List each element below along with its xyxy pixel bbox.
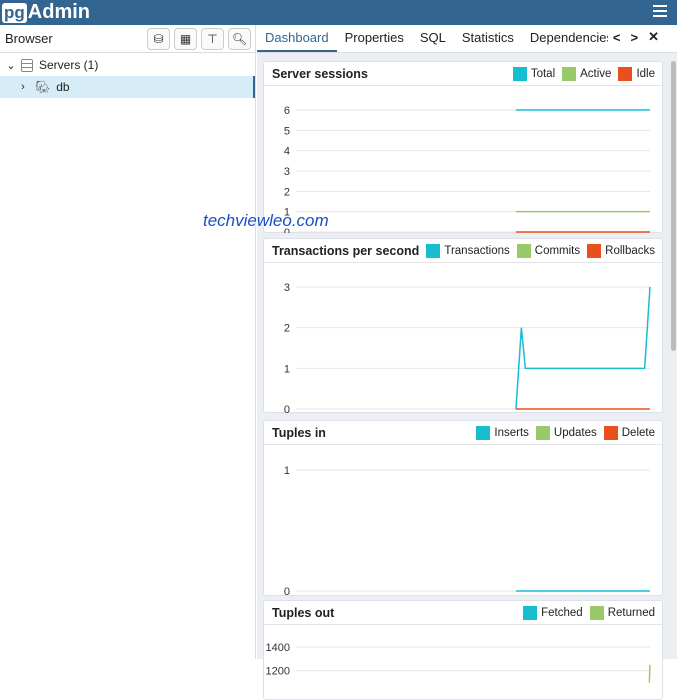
legend-item[interactable]: Updates — [535, 425, 597, 440]
legend-swatch — [523, 605, 538, 620]
table-icon: ▦ — [179, 31, 192, 46]
legend-swatch — [512, 66, 527, 81]
legend-label: Commits — [534, 244, 581, 257]
y-tick-label: 1 — [284, 465, 290, 477]
scrollbar[interactable] — [670, 53, 677, 659]
legend-swatch — [562, 66, 577, 81]
tab-dependencies[interactable]: Dependencies — [522, 30, 608, 52]
legend-swatch — [516, 243, 531, 258]
legend-swatch — [476, 425, 491, 440]
search-icon: 🔍︎ — [231, 31, 248, 46]
legend-label: Inserts — [494, 426, 529, 439]
legend-item[interactable]: Commits — [516, 243, 581, 258]
chart-panel: Tuples in Inserts Updates Delete 0 1 — [263, 420, 663, 596]
y-tick-label: 5 — [284, 125, 290, 137]
y-tick-label: 3 — [284, 166, 290, 178]
legend-swatch — [603, 425, 618, 440]
legend-label: Transactions — [444, 244, 510, 257]
servers-icon — [21, 58, 33, 72]
database-icon: ⛁ — [153, 31, 164, 46]
legend-item[interactable]: Returned — [589, 605, 655, 620]
watermark: techviewleo.com — [203, 211, 329, 230]
y-tick-label: 0 — [284, 404, 290, 413]
legend-label: Returned — [607, 606, 655, 619]
y-tick-label: 2 — [284, 186, 290, 198]
legend-label: Active — [580, 67, 612, 80]
series-line-returned — [648, 664, 651, 683]
legend-item[interactable]: Inserts — [476, 425, 529, 440]
legend-item[interactable]: Rollbacks — [587, 243, 655, 258]
query-tool-button[interactable]: ⛁ — [147, 27, 170, 50]
legend-label: Updates — [553, 426, 597, 439]
legend-label: Rollbacks — [605, 244, 655, 257]
legend-item[interactable]: Idle — [618, 66, 655, 81]
legend-swatch — [618, 66, 633, 81]
tree-item-servers[interactable]: ⌄ Servers (1) — [0, 54, 255, 76]
pgadmin-logo: pg Admin — [2, 1, 90, 24]
chevron-down-icon[interactable]: ⌄ — [3, 59, 19, 72]
tab-statistics[interactable]: Statistics — [454, 30, 522, 52]
tree-label: db — [56, 80, 70, 94]
legend-item[interactable]: Transactions — [426, 243, 510, 258]
chart-plot: 01 — [284, 465, 650, 596]
y-tick-label: 2 — [284, 323, 290, 335]
chart-panel: Server sessions Total Active Idle 0 1 2 3 4 5 6 — [263, 61, 663, 233]
y-tick-label: 1200 — [266, 666, 290, 678]
chart-panel: Tuples out Fetched Returned 1200 1400 — [263, 600, 663, 700]
tab-scroll-left-icon[interactable]: < — [608, 30, 626, 52]
legend-swatch — [589, 605, 604, 620]
legend-swatch — [426, 243, 441, 258]
tree-item-db[interactable]: › 🐘︎ db — [0, 76, 255, 98]
close-tab-icon[interactable]: ✕ — [643, 29, 664, 52]
y-tick-label: 1 — [284, 363, 290, 375]
y-tick-label: 0 — [284, 586, 290, 596]
browser-title: Browser — [5, 31, 53, 46]
y-tick-label: 6 — [284, 105, 290, 117]
legend-item[interactable]: Delete — [603, 425, 655, 440]
postgres-elephant-icon: 🐘︎ — [35, 80, 51, 94]
chart-plot: 0 1 2 3 — [284, 282, 651, 413]
logo-admin: Admin — [27, 1, 90, 23]
search-objects-button[interactable]: 🔍︎ — [228, 27, 251, 50]
y-tick-label: 4 — [284, 146, 290, 158]
legend-item[interactable]: Total — [512, 66, 556, 81]
legend-item[interactable]: Fetched — [523, 605, 583, 620]
legend-label: Idle — [636, 67, 655, 80]
tree-label: Servers (1) — [39, 58, 99, 72]
filter-table-icon: ⊤ — [207, 31, 218, 46]
browser-panel: Browser ⛁ ▦ ⊤ 🔍︎ ⌄ Servers (1) › 🐘︎ db — [0, 25, 256, 659]
legend-item[interactable]: Active — [562, 66, 612, 81]
chart-panel: Transactions per second Transactions Commi… — [263, 238, 663, 413]
series-line-transactions — [515, 286, 651, 410]
chart-plot: 1200 1400 — [266, 642, 651, 683]
view-data-button[interactable]: ▦ — [174, 27, 197, 50]
hamburger-menu-icon[interactable] — [653, 5, 667, 17]
tab-bar: Dashboard Properties SQL Statistics Depe… — [257, 25, 677, 53]
chart-title: Tuples out — [272, 605, 335, 620]
legend-label: Total — [530, 67, 556, 80]
chart-title: Server sessions — [272, 66, 368, 81]
top-bar: pg Admin — [0, 0, 677, 25]
scrollbar-thumb[interactable] — [671, 61, 676, 351]
legend-label: Delete — [621, 426, 655, 439]
chevron-right-icon[interactable]: › — [15, 81, 31, 93]
chart-title: Transactions per second — [272, 243, 420, 258]
filter-rows-button[interactable]: ⊤ — [201, 27, 224, 50]
legend-label: Fetched — [541, 606, 583, 619]
logo-pg: pg — [2, 2, 27, 23]
tab-scroll-right-icon[interactable]: > — [625, 30, 643, 52]
tab-dashboard[interactable]: Dashboard — [257, 30, 337, 52]
chart-title: Tuples in — [272, 425, 326, 440]
tab-properties[interactable]: Properties — [337, 30, 412, 52]
legend-swatch — [535, 425, 550, 440]
y-tick-label: 1400 — [266, 642, 290, 654]
legend-swatch — [587, 243, 602, 258]
y-tick-label: 3 — [284, 282, 290, 294]
tab-sql[interactable]: SQL — [412, 30, 454, 52]
main-panel: Dashboard Properties SQL Statistics Depe… — [257, 25, 677, 700]
